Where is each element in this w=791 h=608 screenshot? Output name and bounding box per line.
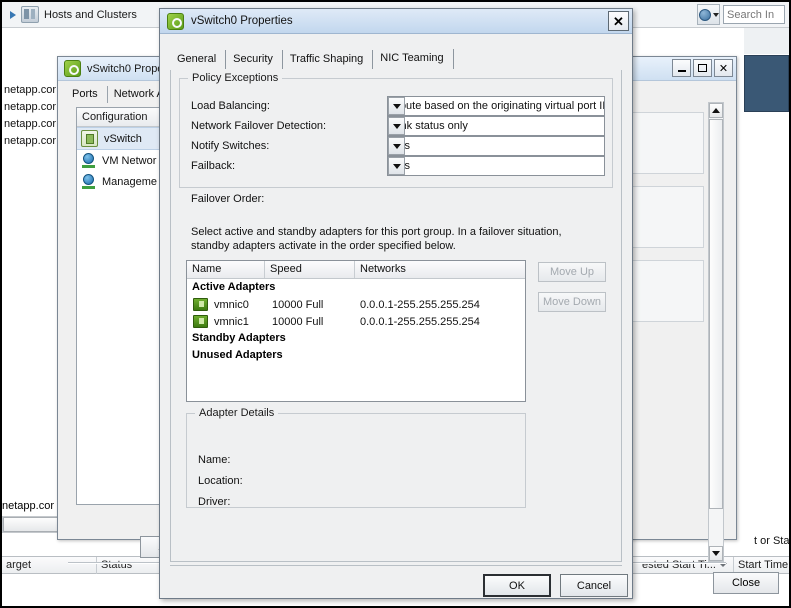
adapter-details-group: Adapter Details <box>186 407 526 508</box>
adapter-networks: 0.0.0.1-255.255.255.254 <box>360 315 480 328</box>
globe-icon <box>698 8 711 21</box>
column-header-label: ested Start Ti... <box>642 559 716 571</box>
column-header-target[interactable]: arget <box>2 557 97 574</box>
group-header-standby-adapters: Standby Adapters <box>192 332 286 344</box>
failback-select[interactable]: Yes <box>387 156 605 176</box>
dialog-titlebar: vSwitch0 Properties ✕ <box>160 9 632 34</box>
vswitch-properties-dialog[interactable]: vSwitch0 Properties ✕ General Security T… <box>159 8 633 599</box>
triangle-down-icon <box>712 551 720 556</box>
scroll-down-button[interactable] <box>709 546 723 561</box>
adapter-location-label: Location: <box>198 475 243 487</box>
list-item-label: Manageme <box>102 175 158 188</box>
window-controls[interactable]: ✕ <box>672 59 733 77</box>
search-scope-button[interactable] <box>697 4 720 25</box>
minimize-icon <box>677 70 686 72</box>
notify-switches-select[interactable]: Yes <box>387 136 605 156</box>
triangle-up-icon <box>712 108 720 113</box>
footer-divider <box>170 565 622 566</box>
chevron-down-icon <box>712 12 719 17</box>
nic-adapter-icon <box>193 298 208 311</box>
nic-teaming-panel: Policy Exceptions Load Balancing: Route … <box>170 70 622 562</box>
maximize-button[interactable] <box>693 59 712 77</box>
table-row[interactable]: vmnic1 10000 Full 0.0.0.1-255.255.255.25… <box>187 313 525 330</box>
network-failover-detection-label: Network Failover Detection: <box>191 120 327 132</box>
screen: Hosts and Clusters Search In netapp.cor … <box>0 0 791 608</box>
failover-order-heading: Failover Order: <box>191 193 265 205</box>
adapter-details-legend: Adapter Details <box>195 407 279 419</box>
dialog-close-button[interactable]: ✕ <box>608 11 629 31</box>
move-up-button[interactable]: Move Up <box>538 262 606 282</box>
tab-ports[interactable]: Ports <box>66 86 108 103</box>
adapter-name: vmnic0 <box>214 298 249 311</box>
adapter-speed: 10000 Full <box>272 298 324 311</box>
failover-help-text: Select active and standby adapters for t… <box>191 226 562 252</box>
right-panel-strip <box>744 28 789 54</box>
column-header-name[interactable]: Name <box>187 261 265 278</box>
failback-value: Yes <box>388 160 604 172</box>
hosts-and-clusters-icon <box>21 6 39 23</box>
scrollbar-thumb[interactable] <box>709 119 723 509</box>
failback-label: Failback: <box>191 160 236 172</box>
scroll-up-button[interactable] <box>709 103 723 118</box>
breadcrumb-label: Hosts and Clusters <box>44 8 137 21</box>
network-icon <box>81 153 96 168</box>
network-icon <box>81 174 96 189</box>
breadcrumb[interactable]: Hosts and Clusters <box>10 6 137 23</box>
policy-exceptions-legend: Policy Exceptions <box>188 72 283 84</box>
group-header-active-adapters: Active Adapters <box>192 281 276 293</box>
column-header-networks[interactable]: Networks <box>355 261 525 278</box>
notify-switches-label: Notify Switches: <box>191 140 270 152</box>
failover-order-list[interactable]: Name Speed Networks Active Adapters vmni… <box>186 260 526 402</box>
chevron-down-icon[interactable] <box>388 97 405 115</box>
network-failover-detection-select[interactable]: Link status only <box>387 116 605 136</box>
status-filter-text: t or Status <box>754 535 790 547</box>
adapter-name: vmnic1 <box>214 315 249 328</box>
list-item-label: VM Networ <box>102 154 157 167</box>
vswitch-icon <box>167 12 184 30</box>
dialog-tabs[interactable]: General Security Traffic Shaping NIC Tea… <box>170 47 622 69</box>
notify-switches-value: Yes <box>388 140 604 152</box>
table-row[interactable]: vmnic0 10000 Full 0.0.0.1-255.255.255.25… <box>187 296 525 313</box>
adapter-driver-label: Driver: <box>198 496 231 508</box>
tab-nic-teaming[interactable]: NIC Teaming <box>373 49 454 69</box>
failover-list-header: Name Speed Networks <box>187 261 525 279</box>
load-balancing-select[interactable]: Route based on the originating virtual p… <box>387 96 605 116</box>
minimize-button[interactable] <box>672 59 691 77</box>
right-white-panel <box>744 112 789 168</box>
maximize-icon <box>698 64 707 72</box>
search-area[interactable]: Search In <box>697 4 785 25</box>
tab-general[interactable]: General <box>170 50 227 69</box>
nic-adapter-icon <box>193 315 208 328</box>
expand-arrow-icon[interactable] <box>10 10 16 19</box>
network-failover-detection-value: Link status only <box>392 120 468 132</box>
load-balancing-label: Load Balancing: <box>191 100 270 112</box>
dialog-title: vSwitch0 Properties <box>191 15 293 27</box>
adapter-networks: 0.0.0.1-255.255.255.254 <box>360 298 480 311</box>
cancel-button[interactable]: Cancel <box>560 574 628 597</box>
tab-traffic-shaping[interactable]: Traffic Shaping <box>283 50 374 69</box>
chevron-down-icon[interactable] <box>388 117 405 135</box>
close-button[interactable]: ✕ <box>714 59 733 77</box>
close-window-button[interactable]: Close <box>713 572 779 594</box>
adapter-name-label: Name: <box>198 454 231 466</box>
chevron-down-icon[interactable] <box>388 157 405 175</box>
background-window-scrollbar[interactable] <box>708 102 724 562</box>
right-navy-panel <box>744 55 789 112</box>
list-item-label: vSwitch <box>104 132 142 145</box>
load-balancing-value: Route based on the originating virtual p… <box>392 100 604 112</box>
search-input[interactable]: Search In <box>723 5 785 24</box>
tab-security[interactable]: Security <box>226 50 283 69</box>
ok-button[interactable]: OK <box>483 574 551 597</box>
chevron-down-icon[interactable] <box>388 137 405 155</box>
move-down-button[interactable]: Move Down <box>538 292 606 312</box>
group-header-unused-adapters: Unused Adapters <box>192 349 283 361</box>
vswitch-node-icon <box>81 130 98 147</box>
adapter-speed: 10000 Full <box>272 315 324 328</box>
vswitch-icon <box>64 60 81 77</box>
column-header-speed[interactable]: Speed <box>265 261 355 278</box>
